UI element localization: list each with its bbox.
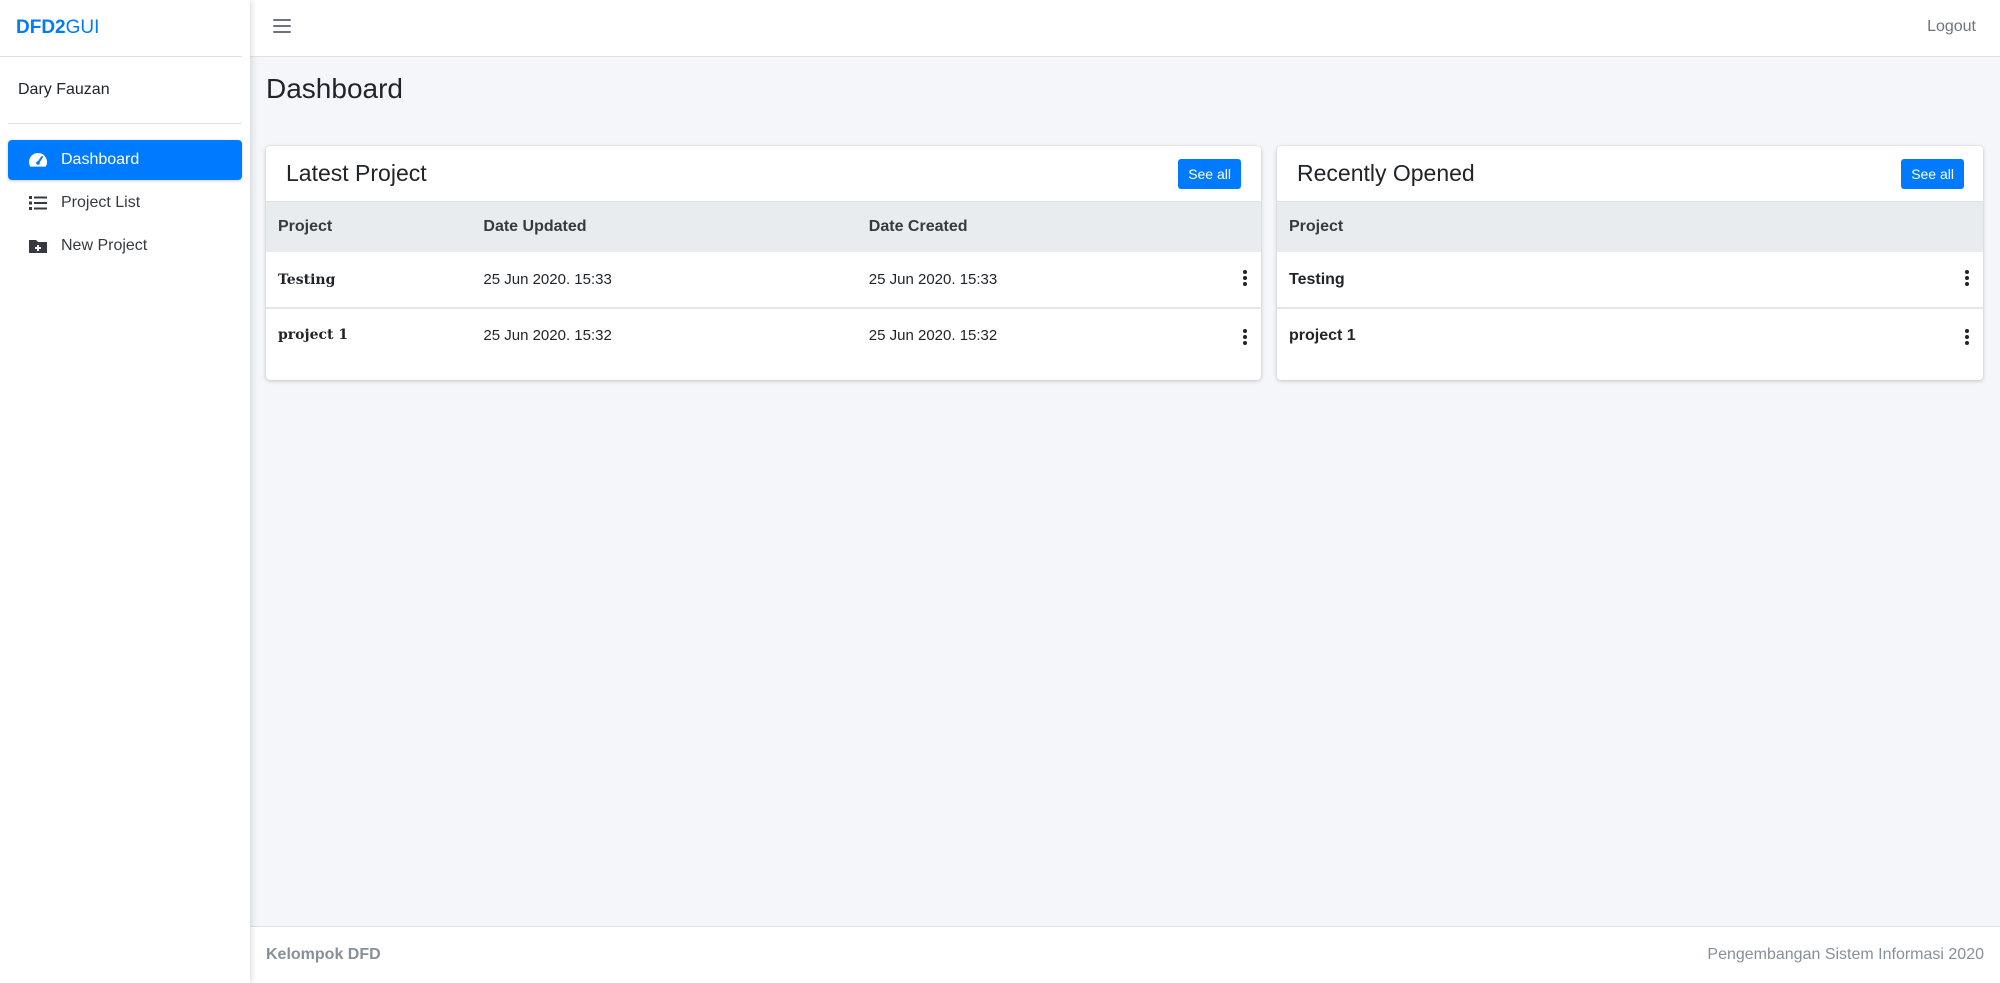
- card-title: Recently Opened: [1297, 160, 1475, 186]
- brand-logo[interactable]: DFD2 GUI: [0, 0, 242, 57]
- sidebar-item-label: Dashboard: [61, 151, 140, 168]
- table-header-row: Project: [1277, 202, 1983, 252]
- table-row[interactable]: Testing: [1277, 252, 1983, 308]
- main-content: Dashboard Latest Project See all Project…: [250, 57, 2000, 926]
- date-updated: 25 Jun 2020. 15:32: [483, 327, 612, 344]
- column-header-project: Project: [1289, 218, 1344, 235]
- sidebar-item-project-list[interactable]: Project List: [8, 183, 242, 223]
- project-name[interactable]: Testing: [1277, 252, 1953, 308]
- sidebar-item-dashboard[interactable]: Dashboard: [8, 140, 242, 180]
- footer-team-name: Kelompok DFD: [266, 946, 381, 963]
- more-options-icon[interactable]: [1228, 308, 1261, 380]
- latest-project-card: Latest Project See all Project Date Upda…: [266, 146, 1261, 380]
- folder-plus-icon: [28, 237, 48, 255]
- more-options-icon[interactable]: [1953, 252, 1983, 308]
- hamburger-menu-icon[interactable]: [273, 19, 291, 35]
- user-panel[interactable]: Dary Fauzan: [8, 57, 242, 124]
- table-row[interactable]: Testing 25 Jun 2020. 15:33 25 Jun 2020. …: [266, 252, 1261, 308]
- column-header-actions: [1953, 202, 1983, 252]
- sidebar-nav: Dashboard Project List New Project: [0, 124, 250, 266]
- list-icon: [28, 194, 48, 212]
- sidebar-item-label: Project List: [61, 194, 141, 211]
- footer-copyright: Pengembangan Sistem Informasi 2020: [1707, 946, 1984, 963]
- tachometer-icon: [28, 151, 48, 169]
- brand-part-1: DFD2: [16, 17, 66, 38]
- card-title: Latest Project: [286, 160, 427, 186]
- sidebar: DFD2 GUI Dary Fauzan Dashboard Project Li…: [0, 0, 250, 983]
- column-header-date-created: Date Created: [868, 218, 968, 235]
- recently-opened-table: Project Testing project 1: [1277, 202, 1983, 380]
- project-name[interactable]: Testing: [266, 252, 471, 308]
- card-header: Latest Project See all: [266, 146, 1261, 202]
- column-header-date-updated: Date Updated: [483, 218, 587, 235]
- user-name: Dary Fauzan: [18, 81, 110, 98]
- project-name[interactable]: project 1: [1277, 308, 1953, 380]
- table-row[interactable]: project 1: [1277, 308, 1983, 380]
- more-options-icon[interactable]: [1228, 252, 1261, 308]
- recently-opened-card: Recently Opened See all Project Testing …: [1277, 146, 1983, 380]
- card-header: Recently Opened See all: [1277, 146, 1983, 202]
- column-header-actions: [1228, 202, 1261, 252]
- top-navbar: Logout: [250, 0, 2000, 57]
- date-created: 25 Jun 2020. 15:33: [868, 271, 998, 288]
- brand-part-2: GUI: [65, 17, 100, 38]
- logout-link[interactable]: Logout: [1927, 18, 1976, 36]
- project-name[interactable]: project 1: [266, 308, 471, 380]
- more-options-icon[interactable]: [1953, 308, 1983, 380]
- column-header-project: Project: [278, 218, 333, 235]
- date-created: 25 Jun 2020. 15:32: [868, 327, 998, 344]
- sidebar-item-label: New Project: [61, 237, 148, 254]
- footer: Kelompok DFD Pengembangan Sistem Informa…: [250, 926, 2000, 983]
- see-all-button[interactable]: See all: [1901, 159, 1964, 189]
- date-updated: 25 Jun 2020. 15:33: [483, 271, 612, 288]
- page-title: Dashboard: [266, 73, 403, 104]
- sidebar-item-new-project[interactable]: New Project: [8, 226, 242, 266]
- see-all-button[interactable]: See all: [1178, 159, 1241, 189]
- table-header-row: Project Date Updated Date Created: [266, 202, 1261, 252]
- table-row[interactable]: project 1 25 Jun 2020. 15:32 25 Jun 2020…: [266, 308, 1261, 380]
- latest-project-table: Project Date Updated Date Created Testin…: [266, 202, 1261, 380]
